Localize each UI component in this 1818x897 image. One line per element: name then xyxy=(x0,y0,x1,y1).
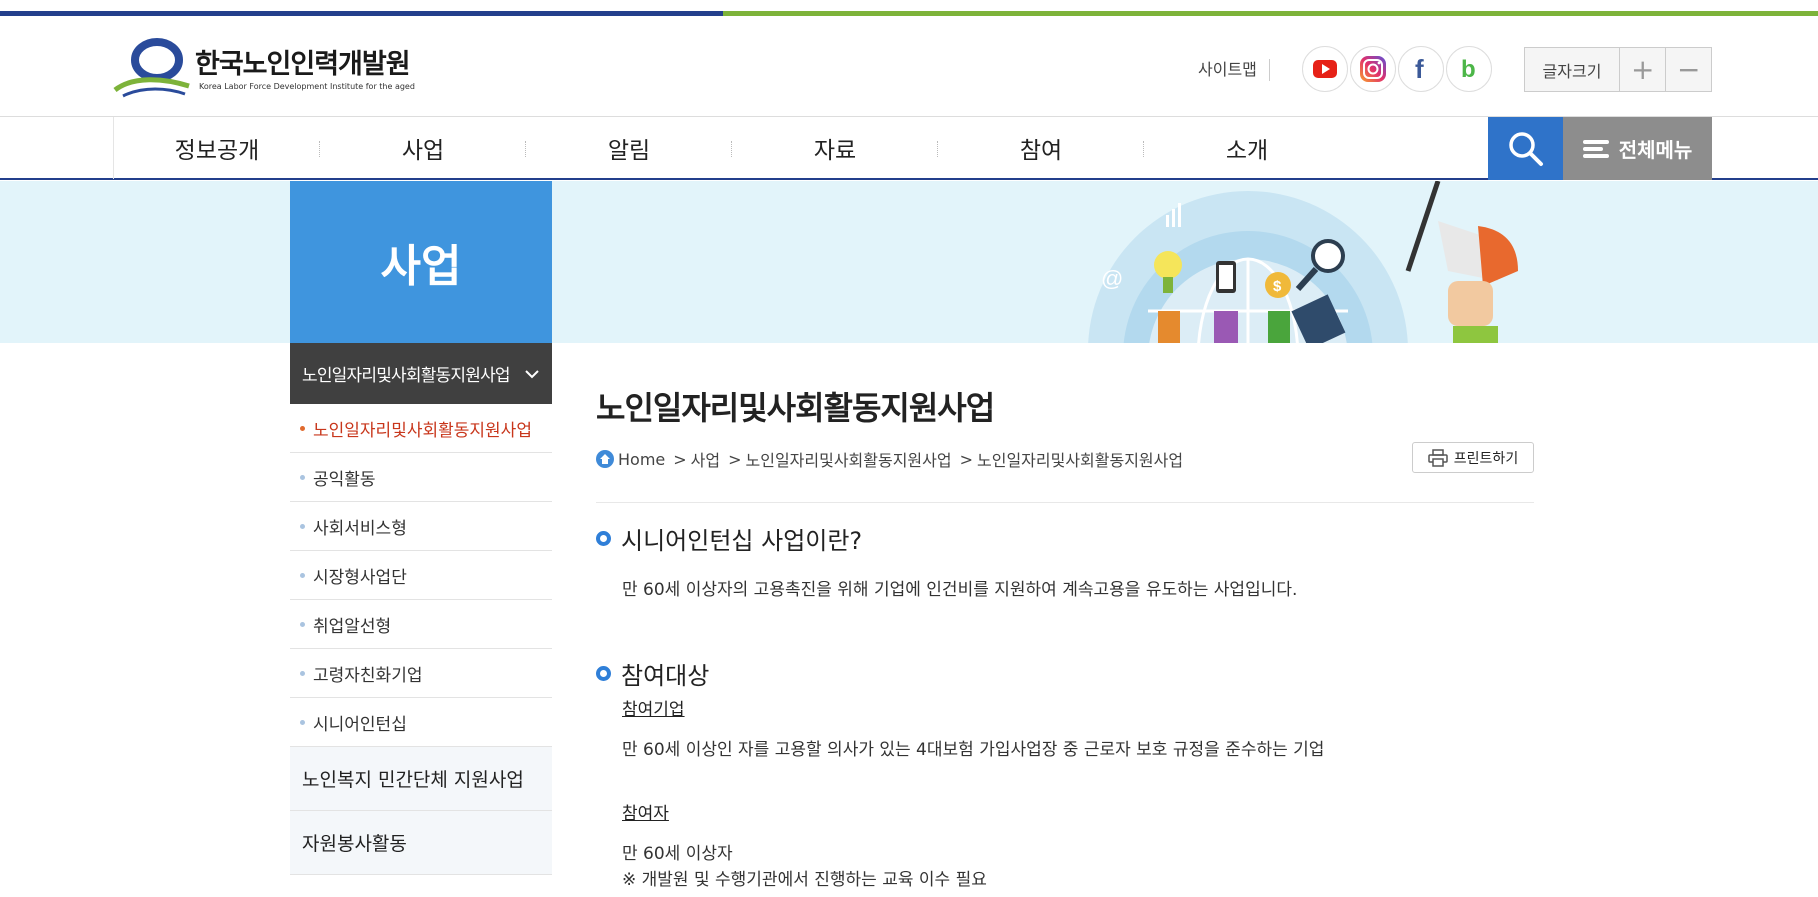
svg-text:@: @ xyxy=(1101,266,1123,291)
company-text: 만 60세 이상인 자를 고용할 의사가 있는 4대보험 가입사업장 중 근로자… xyxy=(622,740,1325,760)
section-heading-target: 참여대상 xyxy=(596,656,709,691)
business-illustration: $ @ xyxy=(1088,181,1518,343)
lnb-sub-item-label: 사회서비스형 xyxy=(313,518,407,539)
site-header: 한국노인인력개발원 Korea Labor Force Development … xyxy=(0,16,1818,116)
local-navigation: 노인일자리및사회활동지원사업 노인일자리및사회활동지원사업 공익활동 사회서비스… xyxy=(290,343,552,875)
gnb-item-resources[interactable]: 자료 xyxy=(732,117,938,179)
hamburger-icon xyxy=(1582,139,1609,158)
lnb-sub-item-label: 공익활동 xyxy=(313,469,376,490)
section-heading-text: 시니어인턴십 사업이란? xyxy=(621,527,863,555)
print-button[interactable]: 프린트하기 xyxy=(1412,442,1534,473)
breadcrumb-separator: > xyxy=(728,449,742,469)
breadcrumb-separator: > xyxy=(959,449,974,469)
sitemap-link[interactable]: 사이트맵 xyxy=(1198,59,1270,81)
section-heading-text: 참여대상 xyxy=(621,662,710,690)
youtube-icon xyxy=(1313,60,1337,78)
site-logo[interactable]: 한국노인인력개발원 Korea Labor Force Development … xyxy=(113,38,423,100)
breadcrumb-current: 노인일자리및사회활동지원사업 xyxy=(977,451,1184,470)
instagram-icon xyxy=(1360,56,1386,82)
section-title: 사업 xyxy=(290,181,552,343)
logo-text: 한국노인인력개발원 xyxy=(195,49,411,80)
font-size-label: 글자크기 xyxy=(1525,48,1620,91)
gnb-item-info[interactable]: 정보공개 xyxy=(114,117,320,179)
search-button[interactable] xyxy=(1488,117,1563,180)
intro-text: 만 60세 이상자의 고용촉진을 위해 기업에 인건비를 지원하여 계속고용을 … xyxy=(622,580,1298,600)
page-title: 노인일자리및사회활동지원사업 xyxy=(596,389,995,427)
logo-emblem-icon xyxy=(113,38,190,98)
breadcrumb: Home > 사업 > 노인일자리및사회활동지원사업 > 노인일자리및사회활동지… xyxy=(596,447,1183,471)
bullet-dot xyxy=(300,425,305,431)
section-heading-intro: 시니어인턴십 사업이란? xyxy=(596,521,862,556)
content-divider xyxy=(596,502,1534,503)
company-heading: 참여기업 xyxy=(622,700,685,720)
lnb-open-menu[interactable]: 노인일자리및사회활동지원사업 xyxy=(290,343,552,404)
lnb-sub-item-label: 시니어인턴십 xyxy=(313,714,407,735)
search-icon xyxy=(1508,131,1543,166)
logo-subtitle: Korea Labor Force Development Institute … xyxy=(199,82,415,91)
bullet-dot xyxy=(300,474,305,480)
lnb-sub-item-senior-friendly[interactable]: 고령자친화기업 xyxy=(290,649,552,698)
instagram-button[interactable] xyxy=(1350,46,1396,92)
breadcrumb-business[interactable]: 사업 xyxy=(691,447,720,471)
svg-text:f: f xyxy=(1415,56,1424,82)
global-navigation: 정보공개 사업 알림 자료 참여 소개 전체메뉴 xyxy=(0,116,1818,180)
lnb-menu-welfare-support[interactable]: 노인복지 민간단체 지원사업 xyxy=(290,747,552,811)
chevron-down-icon xyxy=(525,369,539,378)
all-menu-label: 전체메뉴 xyxy=(1618,138,1693,162)
lnb-open-menu-label: 노인일자리및사회활동지원사업 xyxy=(302,366,511,386)
social-links: f b xyxy=(1302,46,1492,92)
facebook-icon: f xyxy=(1415,56,1424,82)
lnb-sub-list: 노인일자리및사회활동지원사업 공익활동 사회서비스형 시장형사업단 취업알선형 … xyxy=(290,404,552,747)
bullet-ring-icon xyxy=(596,531,611,546)
gnb-item-participation[interactable]: 참여 xyxy=(938,117,1144,179)
lnb-sub-item-market-type[interactable]: 시장형사업단 xyxy=(290,551,552,600)
bullet-dot xyxy=(300,670,305,676)
bullet-dot xyxy=(300,719,305,725)
gnb-item-business[interactable]: 사업 xyxy=(320,117,526,179)
lnb-sub-item-label: 시장형사업단 xyxy=(313,567,407,588)
lnb-sub-item-job-support[interactable]: 노인일자리및사회활동지원사업 xyxy=(290,404,552,453)
lnb-sub-item-label: 노인일자리및사회활동지원사업 xyxy=(313,420,532,441)
font-size-control: 글자크기 + − xyxy=(1524,47,1712,92)
facebook-button[interactable]: f xyxy=(1398,46,1444,92)
lnb-menu-volunteer[interactable]: 자원봉사활동 xyxy=(290,811,552,875)
bullet-ring-icon xyxy=(596,666,611,681)
lnb-sub-item-label: 고령자친화기업 xyxy=(313,665,423,686)
breadcrumb-home[interactable]: Home xyxy=(618,450,665,469)
lnb-sub-item-senior-intern[interactable]: 시니어인턴십 xyxy=(290,698,552,747)
all-menu-button[interactable]: 전체메뉴 xyxy=(1563,117,1712,180)
gnb-item-about[interactable]: 소개 xyxy=(1144,117,1350,179)
bullet-dot xyxy=(300,572,305,578)
svg-text:b: b xyxy=(1461,56,1476,82)
bullet-dot xyxy=(300,621,305,627)
lnb-sub-item-job-placement[interactable]: 취업알선형 xyxy=(290,600,552,649)
printer-icon xyxy=(1428,448,1448,467)
lnb-sub-item-public-service[interactable]: 공익활동 xyxy=(290,453,552,502)
breadcrumb-job-support[interactable]: 노인일자리및사회활동지원사업 xyxy=(746,447,952,471)
font-size-increase-button[interactable]: + xyxy=(1619,48,1666,91)
participant-heading: 참여자 xyxy=(622,804,669,824)
sub-visual-banner: $ @ xyxy=(0,181,1818,343)
youtube-button[interactable] xyxy=(1302,46,1348,92)
blog-button[interactable]: b xyxy=(1446,46,1492,92)
participant-text: 만 60세 이상자 xyxy=(622,844,733,864)
font-size-decrease-button[interactable]: − xyxy=(1665,48,1711,91)
gnb-item-notice[interactable]: 알림 xyxy=(526,117,732,179)
lnb-sub-item-social-service[interactable]: 사회서비스형 xyxy=(290,502,552,551)
gnb-menu: 정보공개 사업 알림 자료 참여 소개 xyxy=(113,117,1487,179)
bullet-dot xyxy=(300,523,305,529)
lnb-sub-item-label: 취업알선형 xyxy=(313,616,392,637)
print-label: 프린트하기 xyxy=(1453,450,1519,467)
participant-note: ※ 개발원 및 수행기관에서 진행하는 교육 이수 필요 xyxy=(622,870,987,890)
home-icon xyxy=(596,450,614,468)
svg-text:$: $ xyxy=(1273,278,1282,295)
blog-icon: b xyxy=(1461,56,1476,82)
breadcrumb-separator: > xyxy=(673,449,687,469)
